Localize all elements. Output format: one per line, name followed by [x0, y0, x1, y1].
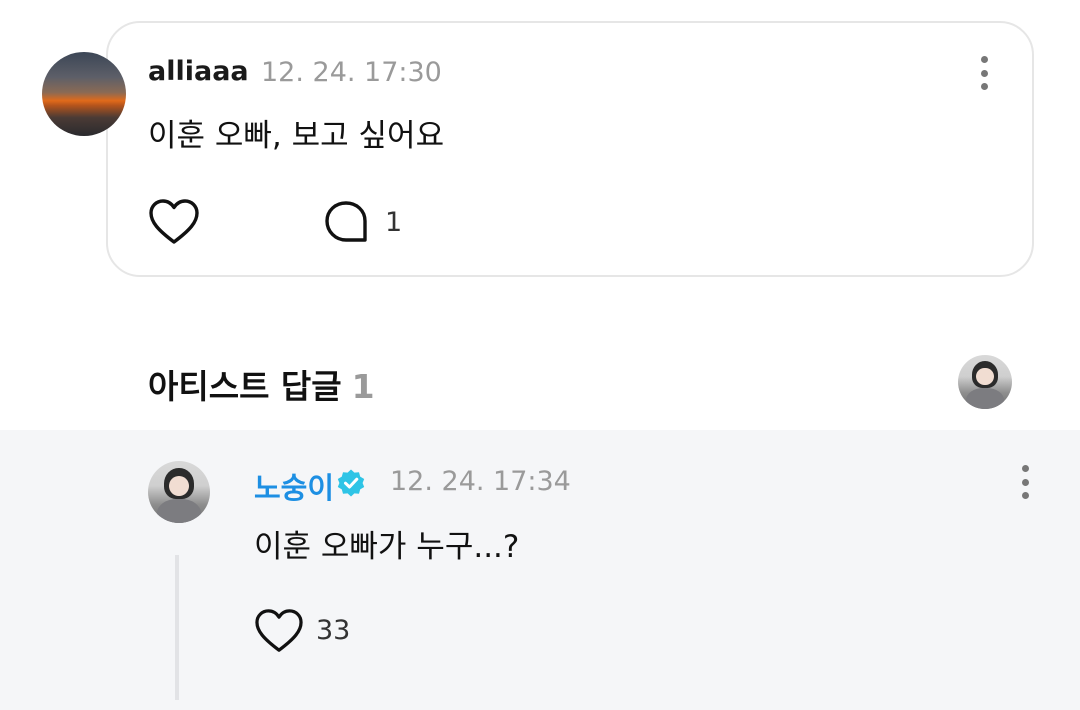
- comment-reply-count[interactable]: 1: [385, 207, 402, 238]
- comment-timestamp: 12. 24. 17:30: [261, 57, 442, 88]
- thread-line: [175, 555, 179, 700]
- reply-timestamp: 12. 24. 17:34: [390, 466, 571, 497]
- artist-reply-section-label: 아티스트 답글: [148, 367, 342, 406]
- commenter-avatar[interactable]: [42, 52, 126, 136]
- reply-more-options-icon[interactable]: [1019, 465, 1031, 499]
- artist-username[interactable]: 노숭이: [254, 465, 334, 507]
- artist-reply-count: 1: [351, 367, 375, 406]
- comment-reply-bubble-icon[interactable]: [323, 200, 369, 244]
- commenter-username[interactable]: alliaaa: [148, 56, 249, 87]
- artist-reply-section-title: 아티스트 답글 1: [148, 360, 375, 408]
- reply-like-count[interactable]: 33: [316, 615, 350, 646]
- comment-like-heart-icon[interactable]: [148, 198, 200, 246]
- comment-more-options-icon[interactable]: [978, 56, 990, 90]
- comment-text: 이훈 오빠, 보고 싶어요: [148, 118, 445, 154]
- artist-section-avatar[interactable]: [958, 355, 1012, 409]
- artist-avatar[interactable]: [148, 461, 210, 523]
- reply-like-heart-icon[interactable]: [254, 608, 304, 654]
- verified-badge-icon: [337, 469, 365, 497]
- reply-text: 이훈 오빠가 누구...?: [254, 529, 520, 565]
